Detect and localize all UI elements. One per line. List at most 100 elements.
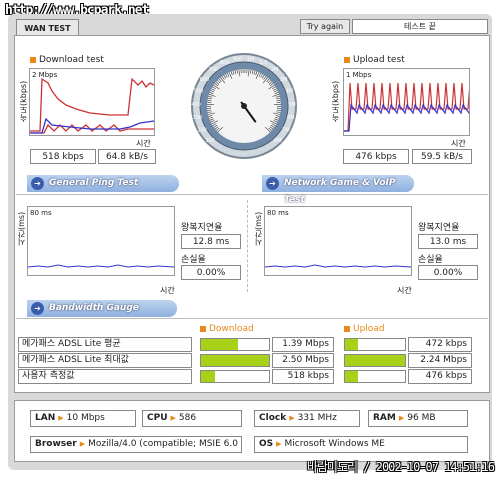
game-time-label: 시간	[397, 286, 412, 295]
triangle-right-icon: ▶	[276, 440, 282, 448]
arrow-right-icon: ➔	[31, 302, 44, 315]
upload-bar	[344, 370, 406, 383]
try-again-button[interactable]: Try again	[300, 19, 350, 34]
game-chart: 80 ms	[264, 206, 412, 276]
triangle-right-icon: ▶	[58, 414, 64, 422]
gauge-tick-label: 7M	[282, 127, 290, 133]
game-loss-label: 손실율	[418, 255, 443, 265]
bullet-icon	[344, 56, 350, 63]
test-status-field: 테스트 끝	[352, 19, 488, 34]
tab-wan-test[interactable]: WAN TEST	[16, 19, 79, 36]
gauge-tick-label: 200	[197, 127, 207, 133]
upload-title: Upload test	[344, 55, 405, 65]
bullet-icon	[200, 325, 206, 332]
download-chart-plot: 2 Mbps	[30, 71, 155, 134]
gauge-tick-label: 1.5	[259, 60, 267, 66]
gauge-tick-label: 100	[205, 138, 215, 144]
triangle-right-icon: ▶	[79, 440, 86, 448]
upload-kbps-value: 476 kbps	[343, 149, 409, 164]
download-y-label: 속도(kbps)	[19, 80, 28, 122]
ping-time-label: 시간	[160, 286, 175, 295]
download-title: Download test	[30, 55, 104, 65]
bullet-icon	[344, 325, 350, 332]
download-bar	[200, 354, 270, 367]
download-bar-fill	[201, 355, 269, 366]
upload-bar	[344, 354, 406, 367]
triangle-right-icon: ▶	[170, 414, 176, 422]
upload-kbs-value: 59.5 kB/s	[412, 149, 472, 164]
gauge-tick-label: 3M	[280, 77, 288, 83]
ram-info: RAM ▶ 96 MB	[368, 410, 468, 427]
upload-value: 476 kbps	[408, 369, 472, 384]
game-loss-value: 0.00%	[418, 265, 478, 280]
ping-chart: 80 ms	[27, 206, 175, 276]
lan-info: LAN ▶ 10 Mbps	[30, 410, 136, 427]
upload-scale-label: 1 Mbps	[346, 71, 372, 79]
download-value: 1.39 Mbps	[272, 337, 334, 352]
arrow-right-icon: ➔	[266, 177, 279, 190]
gauge-tick-label: 800	[220, 60, 230, 66]
browser-info: Browser ▶ Mozilla/4.0 (compatible; MSIE 6.…	[30, 436, 242, 453]
gauge-tick-label: 300	[193, 115, 203, 121]
triangle-right-icon: ▶	[398, 414, 405, 422]
bandwidth-row-label: 메가패스 ADSL Lite 최대값	[18, 353, 192, 368]
game-y-label: 시간(ms)	[254, 211, 263, 246]
triangle-right-icon: ▶	[289, 414, 295, 422]
download-kbps-value: 518 kbps	[30, 149, 96, 164]
ping-latency-value: 12.8 ms	[181, 234, 241, 249]
bandwidth-upload-header: Upload	[344, 324, 385, 334]
game-scale-label: 80 ms	[267, 209, 289, 217]
upload-bar-fill	[345, 371, 358, 382]
ping-loss-value: 0.00%	[181, 265, 241, 280]
game-latency-value: 13.0 ms	[418, 234, 478, 249]
ping-scale-label: 80 ms	[30, 209, 52, 217]
speed-gauge-dial: 100 200 300 400 500 600 700800900 1M 1.5 2M3M 4M 5M…	[191, 53, 297, 159]
ping-latency-label: 왕복지연율	[181, 223, 223, 233]
upload-y-label: 속도(kbps)	[331, 80, 340, 122]
bandwidth-download-header: Download	[200, 324, 254, 334]
gauge-tick-label: 2M	[271, 67, 279, 73]
upload-bar-fill	[345, 355, 405, 366]
upload-chart: 1 Mbps	[343, 68, 472, 136]
arrow-right-icon: ➔	[31, 177, 44, 190]
gauge-tick-label: 4M	[286, 89, 294, 95]
gauge-tick-label: 6M	[287, 115, 295, 121]
download-bar-fill	[201, 371, 216, 382]
divider	[16, 194, 488, 195]
gauge-tick-label: 700	[209, 67, 219, 73]
game-chart-plot: 80 ms	[264, 209, 412, 268]
upload-time-label: 시간	[451, 139, 466, 148]
download-bar	[200, 370, 270, 383]
bandwidth-row-label: 사용자 측정값	[18, 369, 192, 384]
gauge-tick-label: 900	[233, 57, 243, 63]
gauge-tick-label: 500	[194, 89, 204, 95]
upload-bar-fill	[345, 339, 358, 350]
ping-section-header: ➔ General Ping Test	[27, 175, 179, 192]
game-latency-label: 왕복지연율	[418, 223, 460, 233]
ping-chart-plot: 80 ms	[27, 209, 175, 268]
download-bar-fill	[201, 339, 239, 350]
ping-y-label: 시간(ms)	[17, 211, 26, 246]
ping-loss-label: 손실율	[181, 255, 206, 265]
download-time-label: 시간	[136, 139, 151, 148]
upload-value: 2.24 Mbps	[408, 353, 472, 368]
bandwidth-section-header: ➔ Bandwidth Gauge	[27, 300, 177, 317]
game-section-header: ➔ Network Game & VoIP Test	[262, 175, 414, 205]
download-chart: 2 Mbps	[29, 68, 155, 136]
bandwidth-row-label: 메가패스 ADSL Lite 평균	[18, 337, 192, 352]
download-value: 518 kbps	[272, 369, 334, 384]
gauge-tick-label: 8M	[274, 138, 282, 144]
footer-timestamp: 바람미도리 / 2002-10-07 14:51:16	[306, 460, 495, 474]
os-info: OS ▶ Microsoft Windows ME	[254, 436, 468, 453]
bullet-icon	[30, 56, 36, 63]
download-value: 2.50 Mbps	[272, 353, 334, 368]
upload-chart-plot: 1 Mbps	[344, 71, 472, 132]
gauge-tick-label: 400	[191, 102, 201, 108]
upload-value: 472 kbps	[408, 337, 472, 352]
gauge-tick-label: 600	[200, 77, 210, 83]
gauge-tick-label: 1M	[247, 57, 255, 63]
upload-bar	[344, 338, 406, 351]
gauge-tick-label: 5M	[288, 102, 296, 108]
section-separator	[247, 200, 248, 292]
download-scale-label: 2 Mbps	[32, 71, 58, 79]
